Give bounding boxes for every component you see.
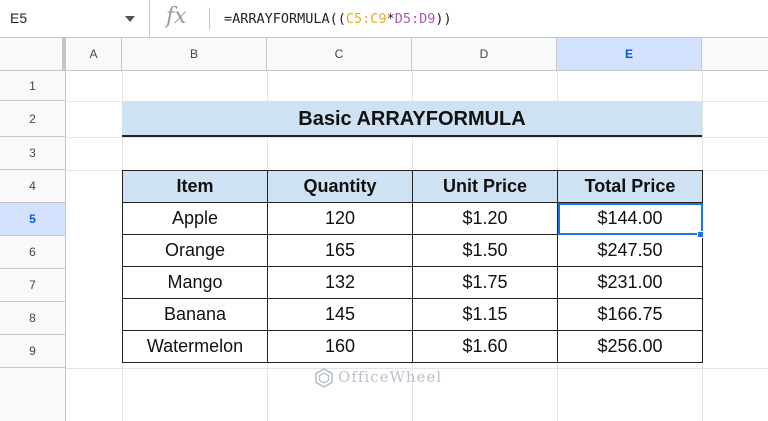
table-row: Mango 132 $1.75 $231.00: [122, 266, 703, 299]
cell[interactable]: Mango: [122, 266, 268, 299]
row-header-6[interactable]: 6: [0, 236, 65, 269]
row-header-4[interactable]: 4: [0, 170, 65, 203]
cell[interactable]: $256.00: [557, 330, 703, 363]
table-header-row: Item Quantity Unit Price Total Price: [122, 170, 703, 203]
sheet-title-cell[interactable]: Basic ARRAYFORMULA: [122, 101, 702, 137]
cell[interactable]: $1.20: [412, 202, 558, 235]
table-row: Watermelon 160 $1.60 $256.00: [122, 330, 703, 363]
row-header-7[interactable]: 7: [0, 269, 65, 302]
cell-reference[interactable]: E5: [10, 10, 27, 26]
row-header-5[interactable]: 5: [0, 203, 65, 236]
fill-handle[interactable]: [697, 231, 704, 238]
grid-line: [66, 137, 768, 138]
table-row: Banana 145 $1.15 $166.75: [122, 298, 703, 331]
cell[interactable]: Watermelon: [122, 330, 268, 363]
cell[interactable]: $247.50: [557, 234, 703, 267]
cell[interactable]: $231.00: [557, 266, 703, 299]
column-headers: A B C D E: [0, 38, 768, 71]
row-header-1[interactable]: 1: [0, 71, 65, 101]
table-row: Orange 165 $1.50 $247.50: [122, 234, 703, 267]
row-header-3[interactable]: 3: [0, 137, 65, 170]
cell[interactable]: Orange: [122, 234, 268, 267]
fx-icon: fx: [166, 4, 187, 29]
formula-range-2: D5:D9: [394, 11, 436, 27]
selected-cell[interactable]: $144.00: [557, 202, 703, 235]
table-row: Apple 120 $1.20 $144.00: [122, 202, 703, 235]
cell[interactable]: 120: [267, 202, 413, 235]
cell[interactable]: Apple: [122, 202, 268, 235]
cell[interactable]: $166.75: [557, 298, 703, 331]
formula-input[interactable]: =ARRAYFORMULA((C5:C9*D5:D9)): [224, 11, 452, 27]
cell[interactable]: Banana: [122, 298, 268, 331]
column-header-e[interactable]: E: [557, 38, 702, 70]
cell[interactable]: 165: [267, 234, 413, 267]
cell[interactable]: 132: [267, 266, 413, 299]
column-header-b[interactable]: B: [122, 38, 267, 70]
formula-prefix: =ARRAYFORMULA((: [224, 11, 346, 27]
cell[interactable]: 160: [267, 330, 413, 363]
column-header-c[interactable]: C: [267, 38, 412, 70]
formula-suffix: )): [435, 11, 452, 27]
cell[interactable]: 145: [267, 298, 413, 331]
cell[interactable]: $1.50: [412, 234, 558, 267]
cell[interactable]: $1.15: [412, 298, 558, 331]
row-headers: 1 2 3 4 5 6 7 8 9: [0, 71, 66, 421]
header-unit-price[interactable]: Unit Price: [412, 170, 558, 203]
header-quantity[interactable]: Quantity: [267, 170, 413, 203]
header-item[interactable]: Item: [122, 170, 268, 203]
formula-range-1: C5:C9: [345, 11, 387, 27]
header-total-price[interactable]: Total Price: [557, 170, 703, 203]
column-header-a[interactable]: A: [66, 38, 122, 70]
watermark: OfficeWheel: [314, 368, 442, 388]
cell[interactable]: $1.60: [412, 330, 558, 363]
select-all-corner[interactable]: [0, 38, 66, 70]
price-table: Item Quantity Unit Price Total Price App…: [122, 170, 703, 363]
officewheel-logo-icon: [314, 368, 334, 388]
formula-operator: *: [386, 11, 395, 27]
row-header-8[interactable]: 8: [0, 302, 65, 335]
chevron-down-icon[interactable]: [125, 16, 135, 22]
formula-bar: E5 fx =ARRAYFORMULA((C5:C9*D5:D9)): [0, 0, 768, 38]
row-header-9[interactable]: 9: [0, 335, 65, 368]
cell[interactable]: $1.75: [412, 266, 558, 299]
column-header-d[interactable]: D: [412, 38, 557, 70]
row-header-2[interactable]: 2: [0, 101, 65, 137]
formula-separator: [209, 8, 210, 30]
watermark-text: OfficeWheel: [338, 368, 443, 386]
name-box[interactable]: E5: [0, 0, 150, 37]
